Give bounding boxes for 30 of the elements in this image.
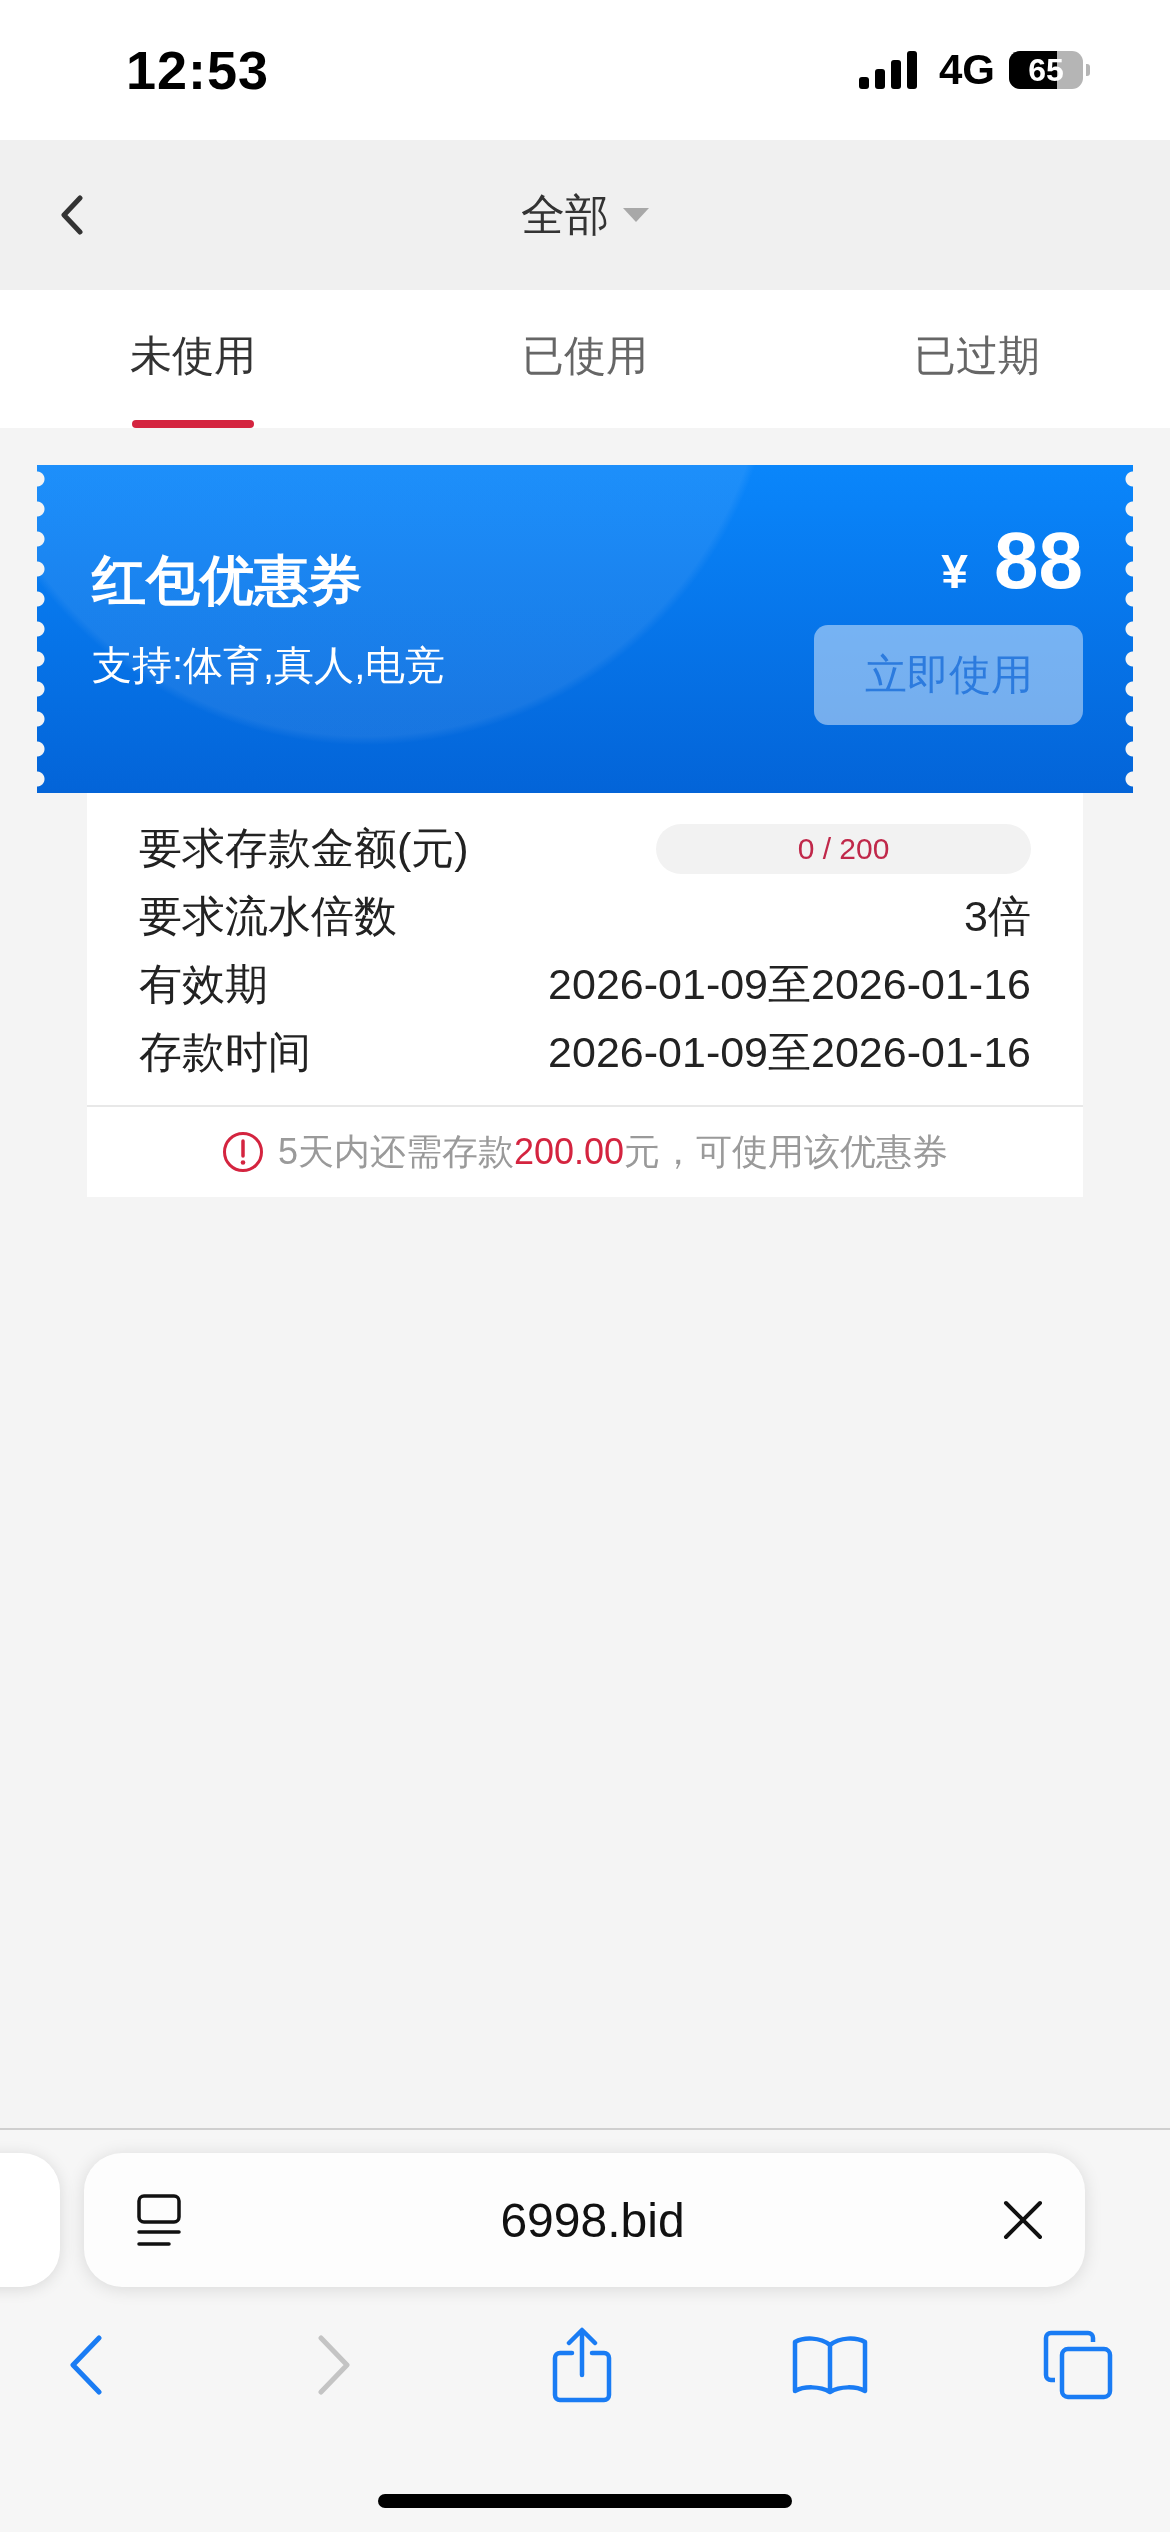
network-label: 4G <box>938 46 995 94</box>
close-icon[interactable] <box>1003 2200 1043 2240</box>
alert-icon <box>221 1131 264 1173</box>
tab[interactable]: 未使用 <box>130 290 256 428</box>
signal-icon <box>858 51 917 89</box>
deposit-notice: 5天内还需存款200.00元，可使用该优惠券 <box>277 1129 949 1174</box>
detail-value: 2026-01-09至2026-01-16 <box>548 959 1031 1010</box>
detail-label: 存款时间 <box>139 1027 311 1078</box>
filter-dropdown[interactable]: 全部 <box>521 185 649 245</box>
url-text: 6998.bid <box>499 2192 686 2248</box>
coupon-scope: 支持:体育,真人,电竞 <box>92 642 446 689</box>
address-bar[interactable]: 6998.bid <box>84 2153 1085 2287</box>
currency-symbol: ¥ <box>941 544 968 599</box>
detail-value: 3倍 <box>964 891 1031 942</box>
caret-icon <box>623 208 649 222</box>
detail-label: 要求流水倍数 <box>139 891 397 942</box>
tab[interactable]: 已使用 <box>522 290 648 428</box>
status-time: 12:53 <box>126 39 271 101</box>
detail-label: 有效期 <box>139 959 268 1010</box>
share-icon[interactable] <box>552 2327 612 2403</box>
coupon-amount: 88 <box>994 515 1083 607</box>
deposit-progress-bar: 0 / 200 <box>656 824 1031 874</box>
back-icon[interactable] <box>58 195 86 235</box>
coupon-title: 红包优惠券 <box>92 549 363 612</box>
detail-label: 要求存款金额(元) <box>139 823 469 874</box>
tab[interactable]: 已过期 <box>914 290 1040 428</box>
detail-value: 2026-01-09至2026-01-16 <box>548 1027 1031 1078</box>
tabs-icon[interactable] <box>1043 2330 1113 2400</box>
book-icon[interactable] <box>792 2335 868 2395</box>
reader-icon[interactable] <box>136 2193 182 2247</box>
